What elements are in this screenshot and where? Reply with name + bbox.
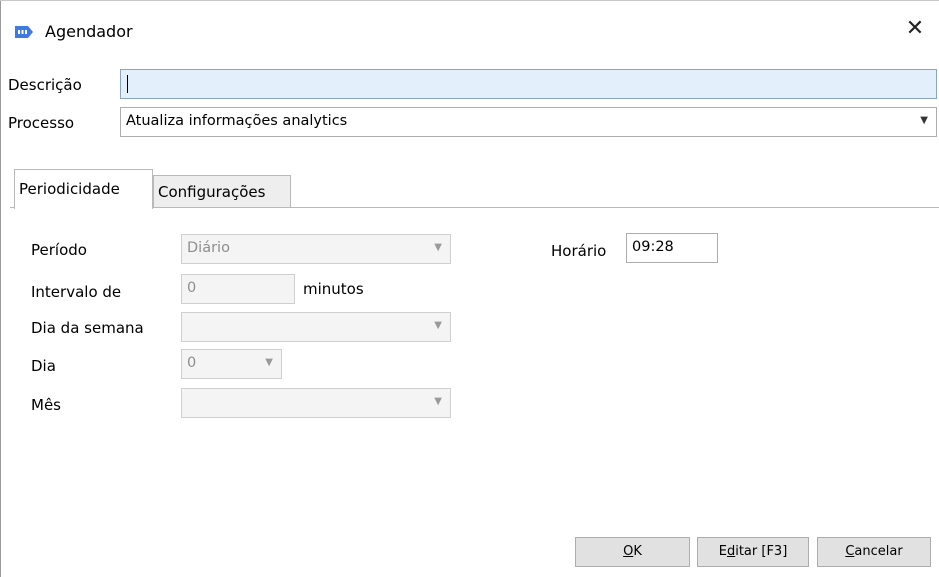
tab-periodicidade[interactable]: Periodicidade — [14, 169, 153, 209]
chevron-down-icon: ▼ — [434, 242, 442, 253]
dia-value: 0 — [187, 355, 197, 371]
processo-label: Processo — [8, 114, 75, 132]
tab-configuracoes[interactable]: Configurações — [153, 175, 291, 207]
chevron-down-icon: ▼ — [920, 115, 928, 126]
dia-semana-label: Dia da semana — [31, 319, 144, 337]
title-bar: Agendador ✕ — [1, 1, 939, 57]
chevron-down-icon: ▼ — [434, 396, 442, 407]
cancelar-label-rest: ancelar — [854, 544, 903, 559]
app-tag-icon — [15, 26, 33, 38]
horario-label: Horário — [551, 242, 607, 260]
tab-configuracoes-label: Configurações — [158, 183, 266, 201]
processo-select[interactable]: Atualiza informações analytics ▼ — [120, 107, 937, 137]
descricao-input[interactable] — [120, 69, 937, 99]
mes-select[interactable]: ▼ — [181, 388, 451, 418]
editar-button[interactable]: Editar [F3] — [697, 537, 809, 567]
tab-periodicidade-label: Periodicidade — [19, 180, 120, 198]
ok-mnemonic: O — [623, 544, 634, 559]
intervalo-input[interactable]: 0 — [181, 274, 295, 304]
periodo-value: Diário — [187, 240, 230, 256]
editar-mnemonic: d — [726, 544, 736, 559]
close-icon[interactable]: ✕ — [901, 15, 929, 43]
chevron-down-icon: ▼ — [434, 320, 442, 331]
cancelar-button[interactable]: Cancelar — [817, 537, 931, 567]
editar-label-rest: itar [F3] — [735, 544, 788, 559]
intervalo-value: 0 — [187, 280, 197, 296]
window-title: Agendador — [45, 22, 133, 41]
intervalo-label: Intervalo de — [31, 283, 122, 301]
minutos-label: minutos — [303, 280, 364, 298]
window-left-border — [0, 0, 1, 577]
horario-input[interactable]: 09:28 — [626, 233, 718, 263]
ok-label-rest: K — [633, 544, 642, 559]
editar-label-pre: E — [718, 544, 727, 559]
dia-label: Dia — [31, 357, 56, 375]
dia-select[interactable]: 0 ▼ — [181, 349, 282, 379]
horario-value: 09:28 — [632, 239, 674, 255]
chevron-down-icon: ▼ — [265, 357, 273, 368]
text-caret — [127, 75, 128, 93]
dia-semana-select[interactable]: ▼ — [181, 312, 451, 342]
mes-label: Mês — [31, 396, 61, 414]
periodo-label: Período — [31, 241, 87, 259]
ok-button[interactable]: OK — [575, 537, 690, 567]
descricao-label: Descrição — [8, 76, 82, 94]
periodo-select[interactable]: Diário ▼ — [181, 234, 451, 264]
processo-value: Atualiza informações analytics — [126, 113, 348, 129]
